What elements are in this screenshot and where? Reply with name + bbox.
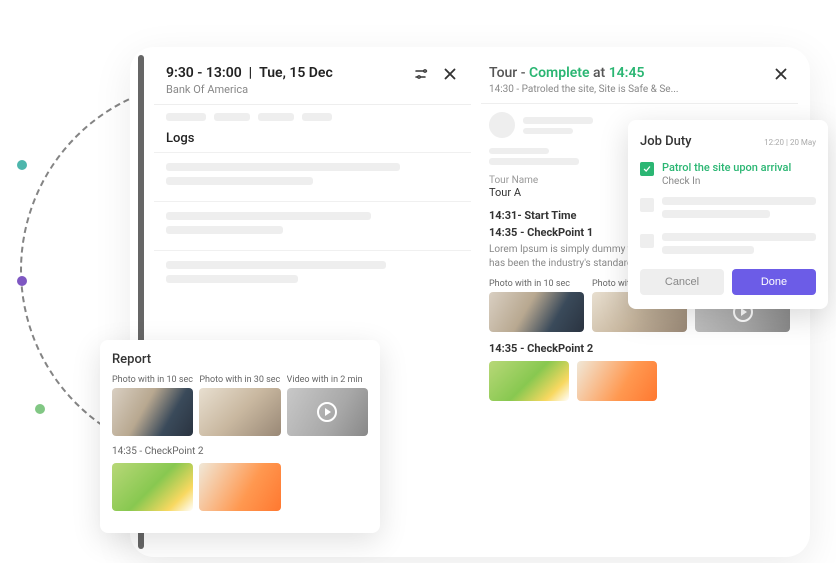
filter-icon[interactable] xyxy=(413,65,431,83)
duty-item-label: Patrol the site upon arrival xyxy=(662,161,791,175)
checkpoint-2-line: 14:35 - CheckPoint 2 xyxy=(489,342,790,355)
media-row xyxy=(112,463,368,511)
play-icon xyxy=(317,402,337,422)
log-item[interactable] xyxy=(154,152,471,201)
media-label: Photo with in 30 sec xyxy=(199,375,280,385)
report-card: Report Photo with in 10 sec Photo with i… xyxy=(100,340,380,533)
duty-item[interactable] xyxy=(640,233,816,259)
decorative-dot xyxy=(17,276,27,286)
photo-thumbnail[interactable] xyxy=(199,463,280,511)
tour-header: Tour - Complete at 14:45 14:30 - Patrole… xyxy=(481,55,798,104)
shift-header: 9:30 - 13:00 | Tue, 15 Dec Bank Of Ameri… xyxy=(154,55,471,105)
media-label: Photo with in 10 sec xyxy=(112,375,193,385)
media-label: Photo with in 10 sec xyxy=(489,279,584,289)
log-item[interactable] xyxy=(154,250,471,299)
checkbox-icon[interactable] xyxy=(640,234,654,248)
tour-subtitle: 14:30 - Patroled the site, Site is Safe … xyxy=(489,84,679,95)
job-duty-timestamp: 12:20 | 20 May xyxy=(764,138,816,147)
tour-title: Tour - Complete at 14:45 xyxy=(489,65,679,81)
close-icon[interactable] xyxy=(772,65,790,83)
avatar xyxy=(489,112,515,138)
media-row: Photo with in 10 sec Photo with in 30 se… xyxy=(112,375,368,436)
photo-thumbnail[interactable] xyxy=(199,388,280,436)
decorative-dot xyxy=(17,160,27,170)
media-row xyxy=(489,361,790,401)
cancel-button[interactable]: Cancel xyxy=(640,269,724,295)
video-thumbnail[interactable] xyxy=(287,388,368,436)
checkbox-icon[interactable] xyxy=(640,198,654,212)
job-duty-card: Job Duty 12:20 | 20 May Patrol the site … xyxy=(628,120,828,309)
close-icon[interactable] xyxy=(441,65,459,83)
report-title: Report xyxy=(112,352,368,367)
checkbox-icon[interactable] xyxy=(640,162,654,176)
done-button[interactable]: Done xyxy=(732,269,816,295)
photo-thumbnail[interactable] xyxy=(112,388,193,436)
photo-thumbnail[interactable] xyxy=(577,361,657,401)
skeleton-row xyxy=(154,105,471,125)
checkpoint-2-line: 14:35 - CheckPoint 2 xyxy=(112,446,368,457)
logs-heading: Logs xyxy=(154,125,471,152)
log-item[interactable] xyxy=(154,201,471,250)
decorative-dot xyxy=(35,404,45,414)
shift-time-date: 9:30 - 13:00 | Tue, 15 Dec xyxy=(166,65,333,81)
photo-thumbnail[interactable] xyxy=(489,361,569,401)
shift-location: Bank Of America xyxy=(166,83,333,96)
media-label: Video with in 2 min xyxy=(287,375,368,385)
duty-item-sub: Check In xyxy=(662,176,791,187)
photo-thumbnail[interactable] xyxy=(489,292,584,332)
job-duty-title: Job Duty xyxy=(640,134,692,149)
photo-thumbnail[interactable] xyxy=(112,463,193,511)
duty-item[interactable]: Patrol the site upon arrival Check In xyxy=(640,161,816,187)
duty-item[interactable] xyxy=(640,197,816,223)
